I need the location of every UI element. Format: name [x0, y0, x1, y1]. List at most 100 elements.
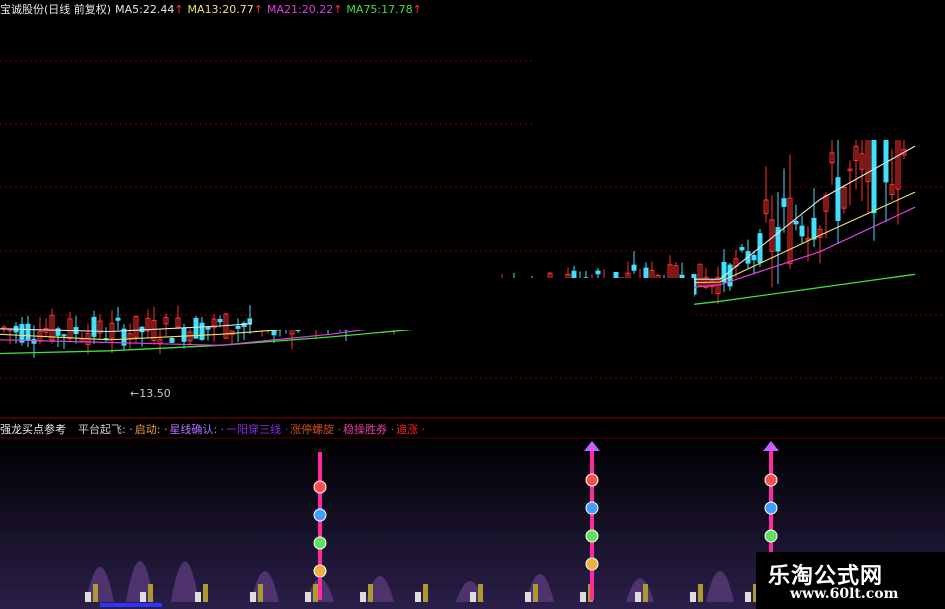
legend-chase: 追涨 · — [396, 423, 426, 436]
ma5-readout: MA5: 22.44↑ — [115, 2, 183, 18]
candle-body — [739, 247, 745, 251]
legend-label: 一阳穿三线 — [226, 423, 282, 436]
ma21-label: MA21: — [266, 3, 302, 16]
bottom-marker — [423, 584, 428, 602]
bottom-marker — [478, 584, 483, 602]
bottom-marker — [470, 592, 476, 602]
indicator-header: 强龙买点参考 平台起飞: · 启动: · 星线确认: · 一阳穿三线 · 涨停螺… — [0, 422, 425, 438]
candle-body — [727, 264, 733, 287]
candle-body — [883, 136, 889, 183]
up-arrow-icon: ↑ — [412, 3, 422, 16]
ma75-value: 17.78 — [381, 3, 413, 16]
legend-platform-takeoff: 平台起飞: · — [78, 423, 133, 436]
candle-body — [631, 264, 637, 271]
candle-body — [571, 270, 577, 279]
candle-body — [835, 177, 841, 222]
candle-body — [205, 326, 211, 330]
bottom-marker — [250, 592, 256, 602]
candle-body — [595, 270, 601, 275]
bottom-marker — [533, 584, 538, 602]
signal-icon — [585, 501, 599, 515]
candle-body — [31, 338, 37, 344]
candle-body — [793, 220, 799, 225]
candle-body — [181, 327, 187, 342]
bottom-marker — [698, 584, 703, 602]
ma5-label: MA5: — [115, 3, 143, 16]
bottom-marker — [360, 592, 366, 602]
ma13-value: 20.77 — [222, 3, 254, 16]
bottom-marker — [415, 592, 421, 602]
bottom-marker — [368, 584, 373, 602]
candle-body — [781, 198, 787, 207]
ma75-label: MA75: — [346, 3, 382, 16]
candle-body — [751, 255, 757, 261]
candle-body — [25, 323, 31, 341]
bottom-marker — [580, 592, 586, 602]
legend-star-confirm: 星线确认: · — [169, 423, 225, 436]
signal-icon — [764, 529, 778, 543]
bottom-marker — [85, 592, 91, 602]
signal-icon — [313, 480, 327, 494]
legend-sure-win: 稳操胜券 · — [343, 423, 395, 436]
indicator-name[interactable]: 强龙买点参考 — [0, 422, 66, 438]
candle-body — [115, 317, 121, 321]
legend-label: 追涨 — [396, 423, 419, 436]
up-arrow-icon: ↑ — [174, 3, 184, 16]
signal-icon — [585, 529, 599, 543]
legend-suffix: : — [122, 423, 126, 436]
bottom-marker — [258, 584, 263, 602]
ma75-readout: MA75: 17.78↑ — [346, 2, 421, 18]
signal-icon — [585, 473, 599, 487]
candle-body — [811, 217, 817, 240]
bottom-marker — [140, 592, 146, 602]
signal-icon — [313, 508, 327, 522]
candle-body — [217, 318, 223, 323]
signal-column — [318, 452, 322, 600]
legend-label: 启动 — [134, 423, 157, 436]
stock-name[interactable]: 宝诚股份 — [0, 2, 44, 18]
candle-body — [19, 324, 25, 343]
legend-label: 平台起飞 — [78, 423, 122, 436]
legend-limit-spiral: 涨停螺旋 · — [290, 423, 342, 436]
signal-icon — [764, 473, 778, 487]
ma21-readout: MA21: 20.22↑ — [267, 2, 342, 18]
price-header: 宝诚股份 (日线 前复权) MA5: 22.44↑ MA13: 20.77↑ M… — [0, 2, 422, 18]
low-price-marker: ←13.50 — [130, 387, 171, 400]
signal-icon — [764, 501, 778, 515]
candle-body — [199, 322, 205, 340]
redacted-area-middle — [252, 278, 694, 330]
redacted-area-top — [533, 0, 945, 140]
legend-label: 稳操胜券 — [343, 423, 388, 436]
bottom-marker — [203, 584, 208, 602]
candle-body — [169, 337, 175, 343]
candle-body — [799, 225, 805, 237]
bottom-marker — [148, 584, 153, 602]
candle-body — [775, 227, 781, 252]
ma13-label: MA13: — [187, 3, 223, 16]
candle-body — [235, 325, 241, 329]
bottom-marker — [93, 584, 98, 602]
legend-start: 启动: · — [134, 423, 168, 436]
candle-body — [91, 316, 97, 337]
up-arrow-icon: ↑ — [253, 3, 263, 16]
legend-label: 星线确认 — [169, 423, 214, 436]
chart-window: 宝诚股份 (日线 前复权) MA5: 22.44↑ MA13: 20.77↑ M… — [0, 0, 945, 609]
signal-column — [590, 445, 594, 600]
bottom-marker — [305, 592, 311, 602]
bottom-marker — [690, 592, 696, 602]
signal-icon — [313, 564, 327, 578]
watermark-url: www.60lt.com — [790, 586, 899, 602]
bottom-marker — [195, 592, 201, 602]
bottom-marker — [525, 592, 531, 602]
ma5-value: 22.44 — [142, 3, 175, 16]
ma13-readout: MA13: 20.77↑ — [188, 2, 263, 18]
bottom-strip — [100, 603, 162, 607]
ma21-value: 20.22 — [301, 3, 334, 16]
bottom-marker — [635, 592, 641, 602]
bottom-marker — [745, 592, 751, 602]
up-arrow-icon: ↑ — [333, 3, 343, 16]
bottom-marker — [643, 584, 648, 602]
period-label[interactable]: (日线 前复权) — [44, 2, 111, 18]
legend-one-yang: 一阳穿三线 · — [226, 423, 289, 436]
legend-label: 涨停螺旋 — [290, 423, 335, 436]
